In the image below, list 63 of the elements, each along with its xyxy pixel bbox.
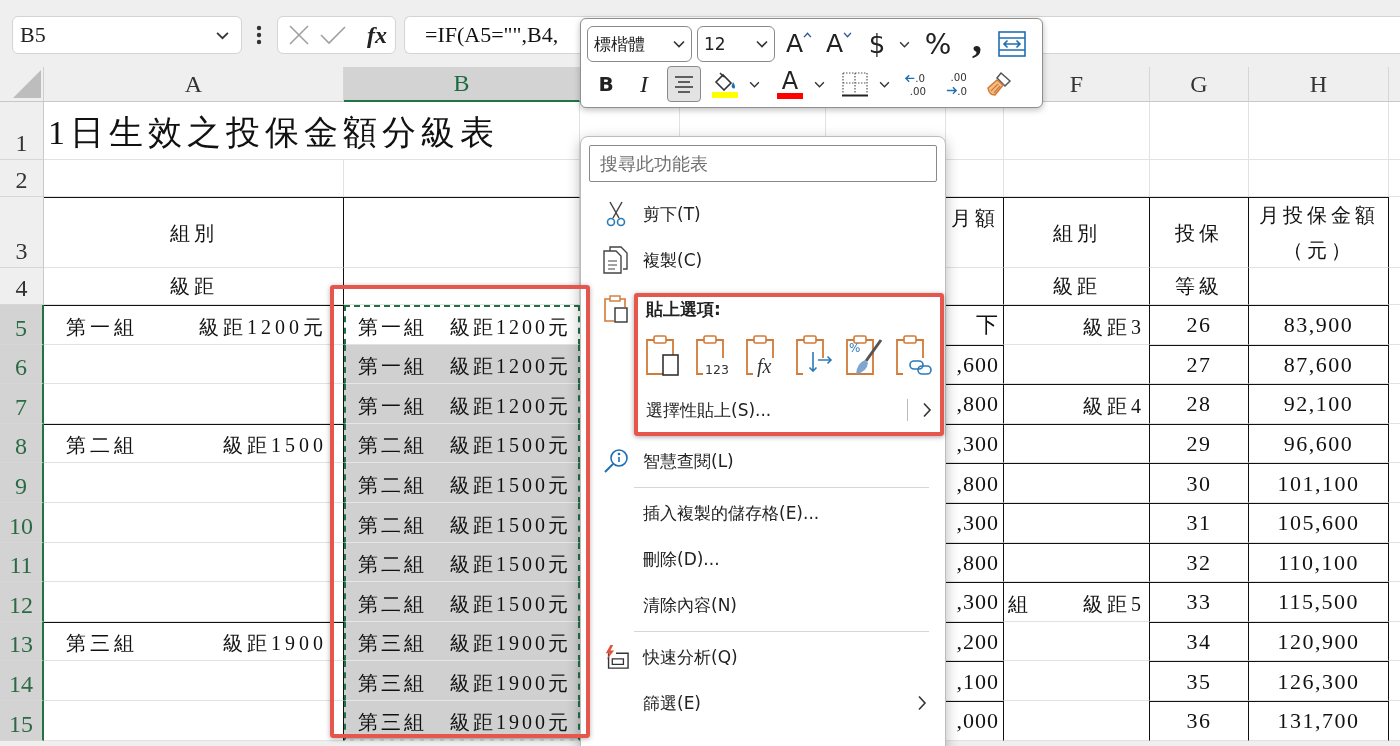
header-cell: 級距 xyxy=(1004,268,1150,305)
table-cell: 第二組 級距1500元 xyxy=(344,582,580,622)
table-cell: 28 xyxy=(1150,384,1249,424)
header-cell: 月額 xyxy=(946,197,1004,268)
table-cell: 第二組 級距1500元 xyxy=(344,502,580,543)
table-cell: 第三組 級距1900元 xyxy=(344,621,580,662)
table-cell: ,300 xyxy=(946,423,1004,464)
table-cell: 105,600 xyxy=(1249,502,1389,543)
table-cell: 31 xyxy=(1150,502,1249,543)
table-cell: 33 xyxy=(1150,582,1249,622)
table-cell: 36 xyxy=(1150,700,1249,741)
table-cell: 26 xyxy=(1150,305,1249,345)
table-cell: ,800 xyxy=(946,542,1004,583)
table-cell: ,300 xyxy=(946,582,1004,622)
table-cell: 32 xyxy=(1150,542,1249,583)
table-cell: 第二組 級距1500元 xyxy=(344,463,580,503)
table-cell: 27 xyxy=(1150,344,1249,385)
table-cell: 87,600 xyxy=(1249,344,1389,385)
header-cell: 月投保金額（元） xyxy=(1249,197,1389,268)
header-cell: 組別 xyxy=(1004,197,1150,268)
range-label: 級距1500 xyxy=(223,433,327,458)
table-cell: 92,100 xyxy=(1249,384,1389,424)
table-cell: 96,600 xyxy=(1249,423,1389,464)
table-cell: 120,900 xyxy=(1249,621,1389,662)
table-cell: 115,500 xyxy=(1249,582,1389,622)
range-label: 級距5 xyxy=(1083,591,1145,616)
group-label: 組 xyxy=(1008,591,1032,616)
group-label: 第一組 xyxy=(66,314,138,339)
table-cell: 級距3 xyxy=(1004,305,1150,345)
group-label: 第二組 xyxy=(66,433,138,458)
table-cell: 級距4 xyxy=(1004,384,1150,424)
table-cell: 第三組 級距1900元 xyxy=(344,661,580,701)
table-cell: 第二組 級距1500元 xyxy=(344,423,580,464)
table-cell: 下 xyxy=(946,305,1004,345)
table-cell: 第一組 級距1200元 xyxy=(344,384,580,424)
header-cell: 組別 xyxy=(44,197,344,268)
sheet-title: 1日生效之投保金額分級表 xyxy=(44,102,580,160)
table-cell: ,200 xyxy=(946,621,1004,662)
header-cell: 等級 xyxy=(1150,268,1249,305)
table-cell: ,800 xyxy=(946,384,1004,424)
table-cell: 110,100 xyxy=(1249,542,1389,583)
table-cell: 30 xyxy=(1150,463,1249,503)
table-cell: 29 xyxy=(1150,423,1249,464)
table-cell: ,000 xyxy=(946,700,1004,741)
table-cell: 第一組 級距1200元 xyxy=(344,305,580,345)
table-cell: 第二組 級距1500元 xyxy=(344,542,580,583)
table-cell: ,100 xyxy=(946,661,1004,701)
paste-options-heading: 貼上選項: xyxy=(645,298,721,321)
table-cell: 131,700 xyxy=(1249,700,1389,741)
table-cell: 83,900 xyxy=(1249,305,1389,345)
table-cell: 126,300 xyxy=(1249,661,1389,701)
range-label: 級距1200元 xyxy=(199,314,327,339)
table-cell: ,600 xyxy=(946,344,1004,385)
table-cell: 35 xyxy=(1150,661,1249,701)
table-cell: 第一組 級距1200元 xyxy=(344,344,580,385)
group-label: 第三組 xyxy=(66,631,138,656)
table-cell: ,300 xyxy=(946,502,1004,543)
table-cell: 101,100 xyxy=(1249,463,1389,503)
table-cell: ,800 xyxy=(946,463,1004,503)
table-cell: 34 xyxy=(1150,621,1249,662)
range-label: 級距1900 xyxy=(223,631,327,656)
header-cell: 級距 xyxy=(44,268,344,305)
header-cell: 投保 xyxy=(1150,197,1249,268)
